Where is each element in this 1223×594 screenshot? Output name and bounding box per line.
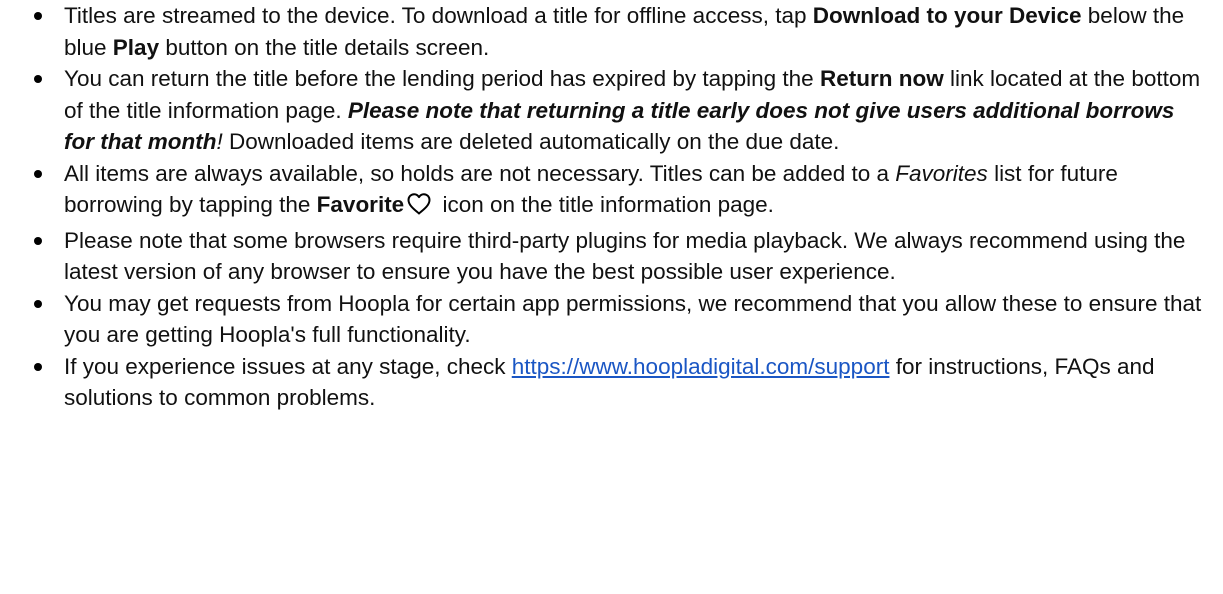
bullet-icon <box>34 12 42 20</box>
bold-text-play: Play <box>112 34 160 60</box>
heart-outline-icon <box>406 192 432 225</box>
bullet-item-support: If you experience issues at any stage, c… <box>0 351 1223 414</box>
bullet-text: You may get requests from Hoopla for cer… <box>64 290 1202 348</box>
support-link[interactable]: https://www.hoopladigital.com/support <box>512 354 890 379</box>
bullet-text: Downloaded items are deleted automatical… <box>222 129 840 154</box>
bullet-item-favorites: All items are always available, so holds… <box>0 158 1223 225</box>
bullet-item-streaming: Titles are streamed to the device. To do… <box>0 0 1223 63</box>
bullet-icon <box>34 169 42 178</box>
bullet-icon <box>34 75 42 83</box>
bold-text-favorite: Favorite <box>316 192 405 217</box>
bullet-text: You can return the title before the lend… <box>64 66 820 91</box>
bullet-text: Please note that some browsers require t… <box>64 227 1186 285</box>
bullet-list: Titles are streamed to the device. To do… <box>0 0 1223 414</box>
bullet-text: icon on the title information page. <box>436 192 774 217</box>
italic-text-favorites: Favorites <box>895 160 988 186</box>
bold-text-download: Download to your Device <box>812 3 1082 28</box>
bullet-icon <box>34 236 42 245</box>
bullet-icon <box>34 362 42 371</box>
bold-text-return-now: Return now <box>819 66 944 91</box>
bullet-icon <box>34 299 42 308</box>
bullet-item-permissions: You may get requests from Hoopla for cer… <box>0 288 1223 351</box>
bullet-item-return: You can return the title before the lend… <box>0 63 1223 158</box>
bullet-item-browsers: Please note that some browsers require t… <box>0 225 1223 288</box>
bullet-text: Titles are streamed to the device. To do… <box>64 3 813 28</box>
bullet-text: If you experience issues at any stage, c… <box>64 353 512 379</box>
bullet-text: All items are always available, so holds… <box>64 160 896 186</box>
bullet-text: button on the title details screen. <box>159 34 490 60</box>
document-page: Titles are streamed to the device. To do… <box>0 0 1223 594</box>
